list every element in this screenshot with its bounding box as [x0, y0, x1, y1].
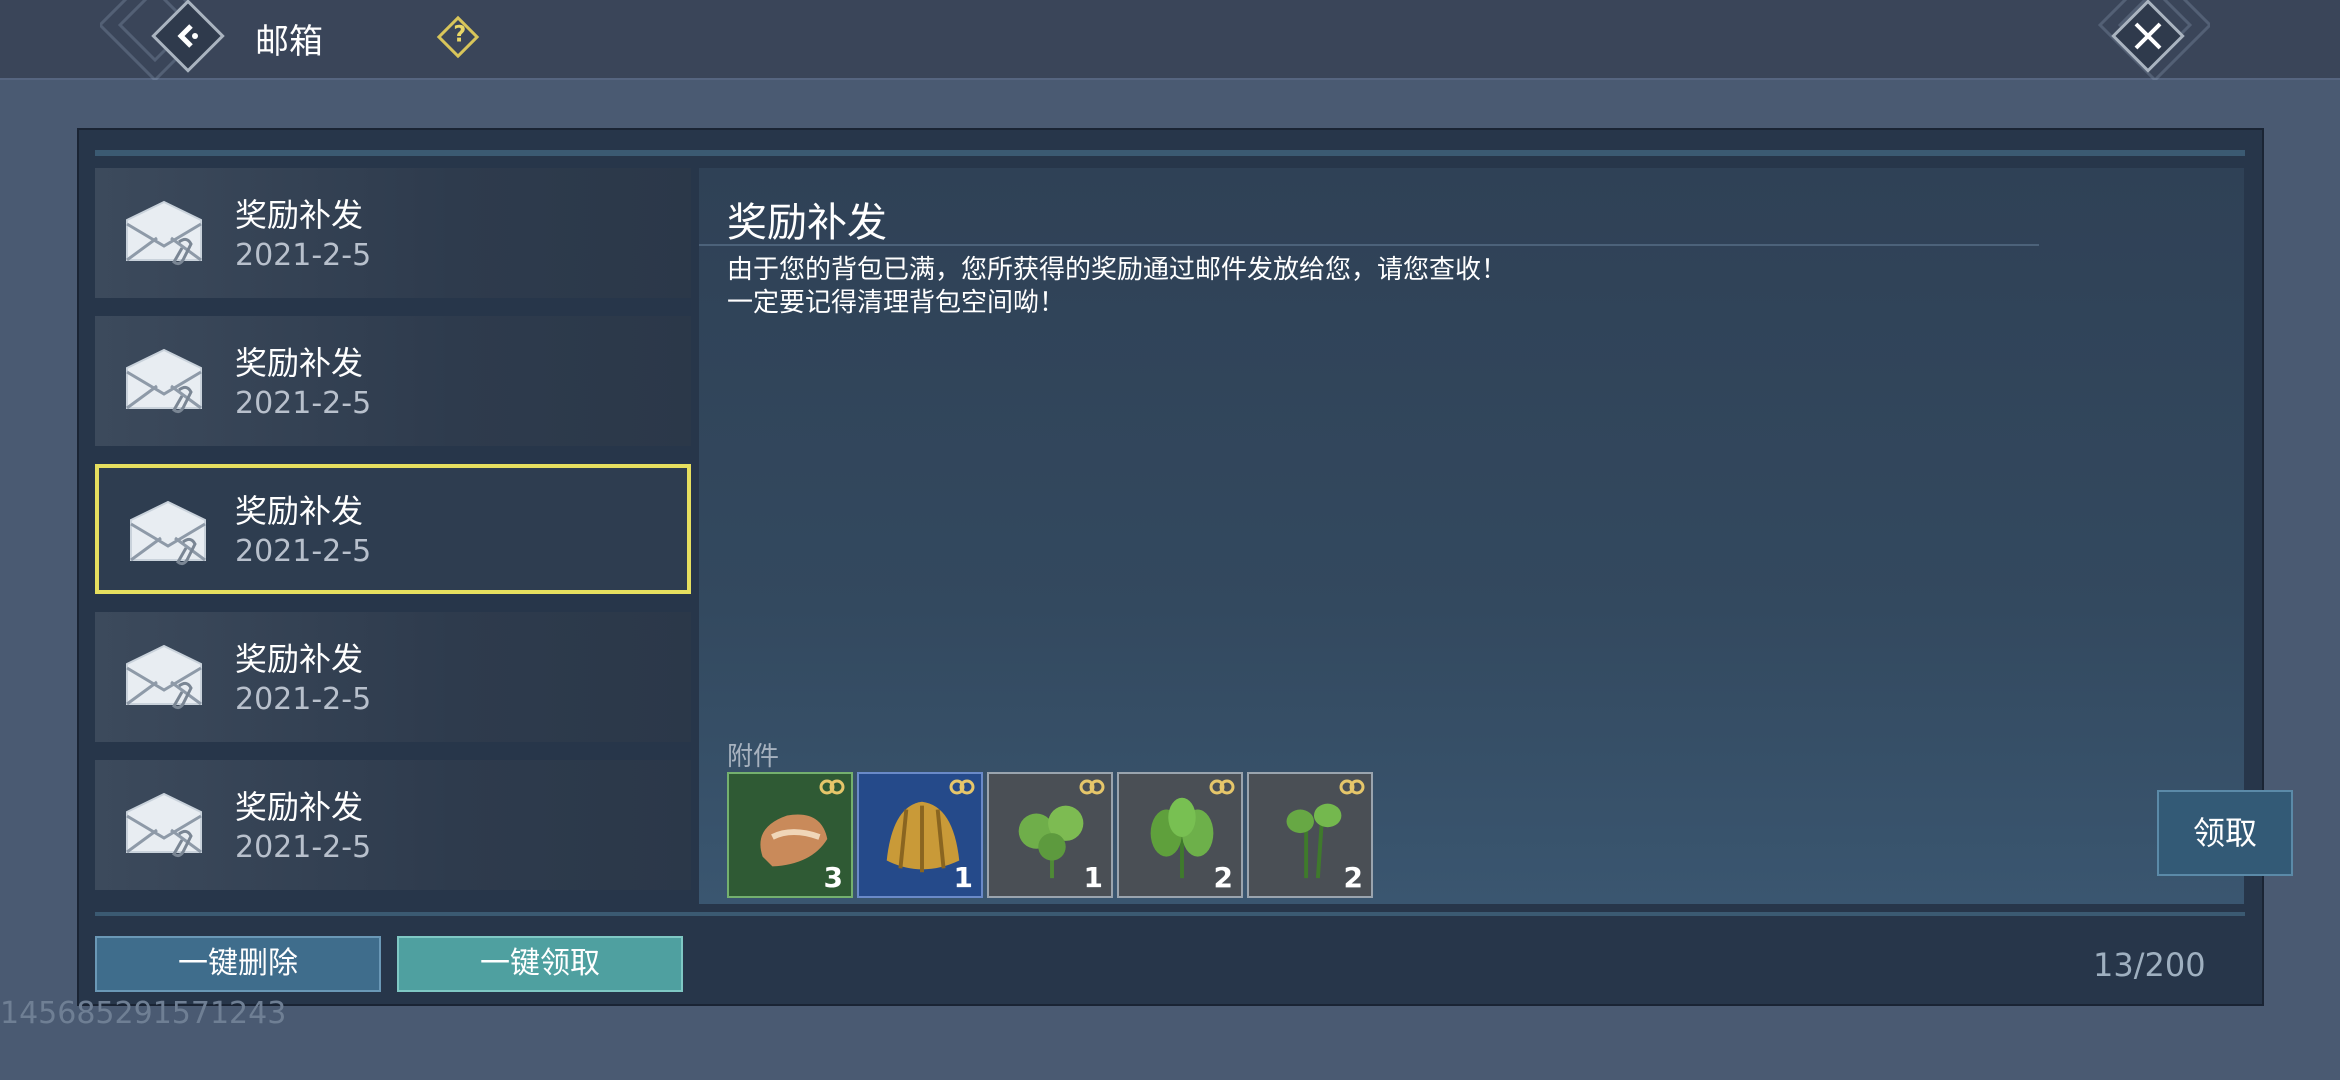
mail-item-title: 奖励补发 [235, 640, 364, 678]
mail-body-line: 一定要记得清理背包空间呦！ [727, 288, 1066, 318]
mail-count: 13/200 [2093, 946, 2206, 984]
attachments-label: 附件 [727, 742, 780, 772]
user-id: 145685291571243 [0, 996, 287, 1031]
back-arrow-icon [177, 24, 198, 48]
help-button[interactable]: ? [436, 15, 480, 59]
attachment-count: 3 [823, 861, 843, 894]
mail-detail-divider [699, 244, 2039, 246]
help-icon: ? [453, 22, 467, 48]
panel-bottom-divider [95, 912, 2245, 916]
mail-detail-title: 奖励补发 [727, 200, 887, 246]
link-icon [1209, 779, 1235, 795]
mail-panel: 奖励补发 2021-2-5 奖励补发 2021-2-5 奖励补发 2021-2-5 奖励补发… [77, 128, 2293, 1006]
envelope-attachment-icon [126, 644, 202, 710]
link-icon [949, 779, 975, 795]
claim-all-button[interactable]: 一键领取 [397, 936, 683, 992]
attachment-count: 1 [1083, 861, 1103, 894]
mail-item-date: 2021-2-5 [235, 682, 372, 717]
attachment-slot[interactable]: 3 [727, 772, 853, 898]
mail-item-date: 2021-2-5 [235, 534, 372, 569]
mail-item-title: 奖励补发 [235, 344, 364, 382]
mail-list-item[interactable]: 奖励补发 2021-2-5 [95, 612, 691, 742]
attachment-count: 2 [1343, 861, 1363, 894]
mail-list-item[interactable]: 奖励补发 2021-2-5 [95, 760, 691, 890]
mail-list-item[interactable]: 奖励补发 2021-2-5 [95, 316, 691, 446]
envelope-attachment-icon [126, 200, 202, 266]
attachment-slot[interactable]: 1 [857, 772, 983, 898]
mail-item-date: 2021-2-5 [235, 830, 372, 865]
link-icon [819, 779, 845, 795]
mail-item-title: 奖励补发 [235, 196, 364, 234]
mail-detail: 奖励补发 由于您的背包已满，您所获得的奖励通过邮件发放给您，请您查收！ 一定要记… [699, 168, 2293, 904]
mail-item-title: 奖励补发 [235, 492, 364, 530]
attachment-slot[interactable]: 2 [1247, 772, 1373, 898]
mail-list-item[interactable]: 奖励补发 2021-2-5 [95, 168, 691, 298]
mail-body-line: 由于您的背包已满，您所获得的奖励通过邮件发放给您，请您查收！ [727, 255, 1508, 285]
attachment-slot[interactable]: 1 [987, 772, 1113, 898]
page-title: 邮箱 [255, 22, 323, 62]
envelope-attachment-icon [130, 500, 206, 566]
mail-item-date: 2021-2-5 [235, 386, 372, 421]
attachment-count: 1 [953, 861, 973, 894]
envelope-attachment-icon [126, 792, 202, 858]
attachment-slot[interactable]: 2 [1117, 772, 1243, 898]
envelope-attachment-icon [126, 348, 202, 414]
mail-list-item[interactable]: 奖励补发 2021-2-5 [95, 464, 691, 594]
panel-top-divider [95, 150, 2245, 156]
link-icon [1339, 779, 1365, 795]
mail-item-title: 奖励补发 [235, 788, 364, 826]
mail-detail-body: 由于您的背包已满，您所获得的奖励通过邮件发放给您，请您查收！ 一定要记得清理背包… [727, 254, 1507, 320]
claim-button[interactable]: 领取 [2157, 790, 2293, 876]
attachment-count: 2 [1213, 861, 1233, 894]
delete-all-button[interactable]: 一键删除 [95, 936, 381, 992]
mail-item-date: 2021-2-5 [235, 238, 372, 273]
link-icon [1079, 779, 1105, 795]
top-bar: 邮箱 ? [0, 0, 2340, 80]
